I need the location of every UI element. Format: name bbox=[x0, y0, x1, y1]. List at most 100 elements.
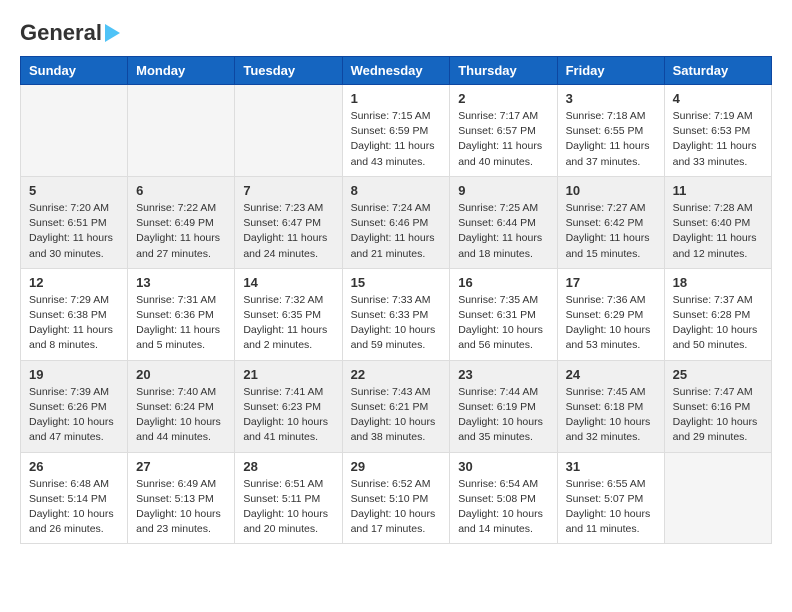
calendar-cell: 5 Sunrise: 7:20 AM Sunset: 6:51 PM Daylig… bbox=[21, 176, 128, 268]
day-info: Sunrise: 7:25 AM Sunset: 6:44 PM Dayligh… bbox=[458, 201, 548, 262]
calendar-cell: 27 Sunrise: 6:49 AM Sunset: 5:13 PM Dayli… bbox=[128, 452, 235, 544]
day-number: 9 bbox=[458, 183, 548, 198]
day-info: Sunrise: 7:22 AM Sunset: 6:49 PM Dayligh… bbox=[136, 201, 226, 262]
calendar-cell bbox=[21, 85, 128, 177]
calendar-cell: 12 Sunrise: 7:29 AM Sunset: 6:38 PM Dayli… bbox=[21, 268, 128, 360]
day-info: Sunrise: 7:40 AM Sunset: 6:24 PM Dayligh… bbox=[136, 385, 226, 446]
logo-arrow-icon bbox=[105, 24, 120, 42]
day-number: 20 bbox=[136, 367, 226, 382]
weekday-header-sunday: Sunday bbox=[21, 57, 128, 85]
day-number: 26 bbox=[29, 459, 119, 474]
calendar-cell: 31Sunrise: 6:55 AM Sunset: 5:07 PM Dayli… bbox=[557, 452, 664, 544]
day-number: 27 bbox=[136, 459, 226, 474]
day-number: 22 bbox=[351, 367, 442, 382]
day-info: Sunrise: 6:54 AM Sunset: 5:08 PM Dayligh… bbox=[458, 477, 548, 538]
day-number: 25 bbox=[673, 367, 763, 382]
day-info: Sunrise: 7:17 AM Sunset: 6:57 PM Dayligh… bbox=[458, 109, 548, 170]
day-number: 7 bbox=[243, 183, 333, 198]
calendar-cell: 26Sunrise: 6:48 AM Sunset: 5:14 PM Dayli… bbox=[21, 452, 128, 544]
day-info: Sunrise: 7:18 AM Sunset: 6:55 PM Dayligh… bbox=[566, 109, 656, 170]
day-info: Sunrise: 7:27 AM Sunset: 6:42 PM Dayligh… bbox=[566, 201, 656, 262]
calendar-cell: 15 Sunrise: 7:33 AM Sunset: 6:33 PM Dayli… bbox=[342, 268, 450, 360]
calendar-cell: 25 Sunrise: 7:47 AM Sunset: 6:16 PM Dayli… bbox=[664, 360, 771, 452]
day-number: 17 bbox=[566, 275, 656, 290]
calendar-cell: 17 Sunrise: 7:36 AM Sunset: 6:29 PM Dayli… bbox=[557, 268, 664, 360]
day-info: Sunrise: 7:24 AM Sunset: 6:46 PM Dayligh… bbox=[351, 201, 442, 262]
day-number: 19 bbox=[29, 367, 119, 382]
day-info: Sunrise: 7:20 AM Sunset: 6:51 PM Dayligh… bbox=[29, 201, 119, 262]
logo-general: General bbox=[20, 20, 102, 46]
calendar-cell: 29 Sunrise: 6:52 AM Sunset: 5:10 PM Dayli… bbox=[342, 452, 450, 544]
day-number: 12 bbox=[29, 275, 119, 290]
day-number: 31 bbox=[566, 459, 656, 474]
calendar-cell: 11Sunrise: 7:28 AM Sunset: 6:40 PM Dayli… bbox=[664, 176, 771, 268]
day-number: 4 bbox=[673, 91, 763, 106]
day-info: Sunrise: 7:19 AM Sunset: 6:53 PM Dayligh… bbox=[673, 109, 763, 170]
day-number: 24 bbox=[566, 367, 656, 382]
page-header: General bbox=[20, 20, 772, 46]
day-number: 15 bbox=[351, 275, 442, 290]
day-info: Sunrise: 7:15 AM Sunset: 6:59 PM Dayligh… bbox=[351, 109, 442, 170]
calendar-cell: 22 Sunrise: 7:43 AM Sunset: 6:21 PM Dayli… bbox=[342, 360, 450, 452]
weekday-header-row: SundayMondayTuesdayWednesdayThursdayFrid… bbox=[21, 57, 772, 85]
logo: General bbox=[20, 20, 120, 46]
calendar-week-4: 19 Sunrise: 7:39 AM Sunset: 6:26 PM Dayli… bbox=[21, 360, 772, 452]
day-info: Sunrise: 7:39 AM Sunset: 6:26 PM Dayligh… bbox=[29, 385, 119, 446]
day-info: Sunrise: 7:23 AM Sunset: 6:47 PM Dayligh… bbox=[243, 201, 333, 262]
calendar-week-5: 26Sunrise: 6:48 AM Sunset: 5:14 PM Dayli… bbox=[21, 452, 772, 544]
calendar-cell: 28Sunrise: 6:51 AM Sunset: 5:11 PM Dayli… bbox=[235, 452, 342, 544]
day-info: Sunrise: 7:37 AM Sunset: 6:28 PM Dayligh… bbox=[673, 293, 763, 354]
calendar-cell: 13 Sunrise: 7:31 AM Sunset: 6:36 PM Dayli… bbox=[128, 268, 235, 360]
weekday-header-monday: Monday bbox=[128, 57, 235, 85]
calendar-cell: 1 Sunrise: 7:15 AM Sunset: 6:59 PM Daylig… bbox=[342, 85, 450, 177]
day-info: Sunrise: 7:47 AM Sunset: 6:16 PM Dayligh… bbox=[673, 385, 763, 446]
day-number: 5 bbox=[29, 183, 119, 198]
day-info: Sunrise: 6:52 AM Sunset: 5:10 PM Dayligh… bbox=[351, 477, 442, 538]
calendar-cell: 3Sunrise: 7:18 AM Sunset: 6:55 PM Daylig… bbox=[557, 85, 664, 177]
day-number: 1 bbox=[351, 91, 442, 106]
day-number: 16 bbox=[458, 275, 548, 290]
day-number: 30 bbox=[458, 459, 548, 474]
day-info: Sunrise: 7:43 AM Sunset: 6:21 PM Dayligh… bbox=[351, 385, 442, 446]
day-number: 6 bbox=[136, 183, 226, 198]
calendar-week-1: 1 Sunrise: 7:15 AM Sunset: 6:59 PM Daylig… bbox=[21, 85, 772, 177]
day-info: Sunrise: 7:45 AM Sunset: 6:18 PM Dayligh… bbox=[566, 385, 656, 446]
calendar-cell: 19 Sunrise: 7:39 AM Sunset: 6:26 PM Dayli… bbox=[21, 360, 128, 452]
calendar-cell: 7 Sunrise: 7:23 AM Sunset: 6:47 PM Daylig… bbox=[235, 176, 342, 268]
day-number: 18 bbox=[673, 275, 763, 290]
day-info: Sunrise: 7:29 AM Sunset: 6:38 PM Dayligh… bbox=[29, 293, 119, 354]
calendar-week-2: 5 Sunrise: 7:20 AM Sunset: 6:51 PM Daylig… bbox=[21, 176, 772, 268]
day-info: Sunrise: 7:44 AM Sunset: 6:19 PM Dayligh… bbox=[458, 385, 548, 446]
day-info: Sunrise: 7:41 AM Sunset: 6:23 PM Dayligh… bbox=[243, 385, 333, 446]
day-info: Sunrise: 7:35 AM Sunset: 6:31 PM Dayligh… bbox=[458, 293, 548, 354]
day-info: Sunrise: 7:33 AM Sunset: 6:33 PM Dayligh… bbox=[351, 293, 442, 354]
day-number: 2 bbox=[458, 91, 548, 106]
day-number: 10 bbox=[566, 183, 656, 198]
day-number: 14 bbox=[243, 275, 333, 290]
calendar-cell: 6 Sunrise: 7:22 AM Sunset: 6:49 PM Daylig… bbox=[128, 176, 235, 268]
weekday-header-saturday: Saturday bbox=[664, 57, 771, 85]
calendar-cell bbox=[128, 85, 235, 177]
day-number: 21 bbox=[243, 367, 333, 382]
calendar-cell: 16 Sunrise: 7:35 AM Sunset: 6:31 PM Dayli… bbox=[450, 268, 557, 360]
weekday-header-wednesday: Wednesday bbox=[342, 57, 450, 85]
day-number: 23 bbox=[458, 367, 548, 382]
calendar-cell: 24 Sunrise: 7:45 AM Sunset: 6:18 PM Dayli… bbox=[557, 360, 664, 452]
calendar-cell: 14Sunrise: 7:32 AM Sunset: 6:35 PM Dayli… bbox=[235, 268, 342, 360]
day-number: 13 bbox=[136, 275, 226, 290]
day-info: Sunrise: 6:49 AM Sunset: 5:13 PM Dayligh… bbox=[136, 477, 226, 538]
weekday-header-friday: Friday bbox=[557, 57, 664, 85]
calendar-week-3: 12 Sunrise: 7:29 AM Sunset: 6:38 PM Dayli… bbox=[21, 268, 772, 360]
calendar-cell: 30 Sunrise: 6:54 AM Sunset: 5:08 PM Dayli… bbox=[450, 452, 557, 544]
calendar-cell: 4 Sunrise: 7:19 AM Sunset: 6:53 PM Daylig… bbox=[664, 85, 771, 177]
day-number: 29 bbox=[351, 459, 442, 474]
calendar-cell: 10 Sunrise: 7:27 AM Sunset: 6:42 PM Dayli… bbox=[557, 176, 664, 268]
calendar-body: 1 Sunrise: 7:15 AM Sunset: 6:59 PM Daylig… bbox=[21, 85, 772, 544]
day-number: 28 bbox=[243, 459, 333, 474]
calendar-cell: 9 Sunrise: 7:25 AM Sunset: 6:44 PM Daylig… bbox=[450, 176, 557, 268]
calendar-cell: 21 Sunrise: 7:41 AM Sunset: 6:23 PM Dayli… bbox=[235, 360, 342, 452]
day-info: Sunrise: 7:28 AM Sunset: 6:40 PM Dayligh… bbox=[673, 201, 763, 262]
calendar-cell: 8Sunrise: 7:24 AM Sunset: 6:46 PM Daylig… bbox=[342, 176, 450, 268]
day-info: Sunrise: 7:31 AM Sunset: 6:36 PM Dayligh… bbox=[136, 293, 226, 354]
day-info: Sunrise: 7:36 AM Sunset: 6:29 PM Dayligh… bbox=[566, 293, 656, 354]
